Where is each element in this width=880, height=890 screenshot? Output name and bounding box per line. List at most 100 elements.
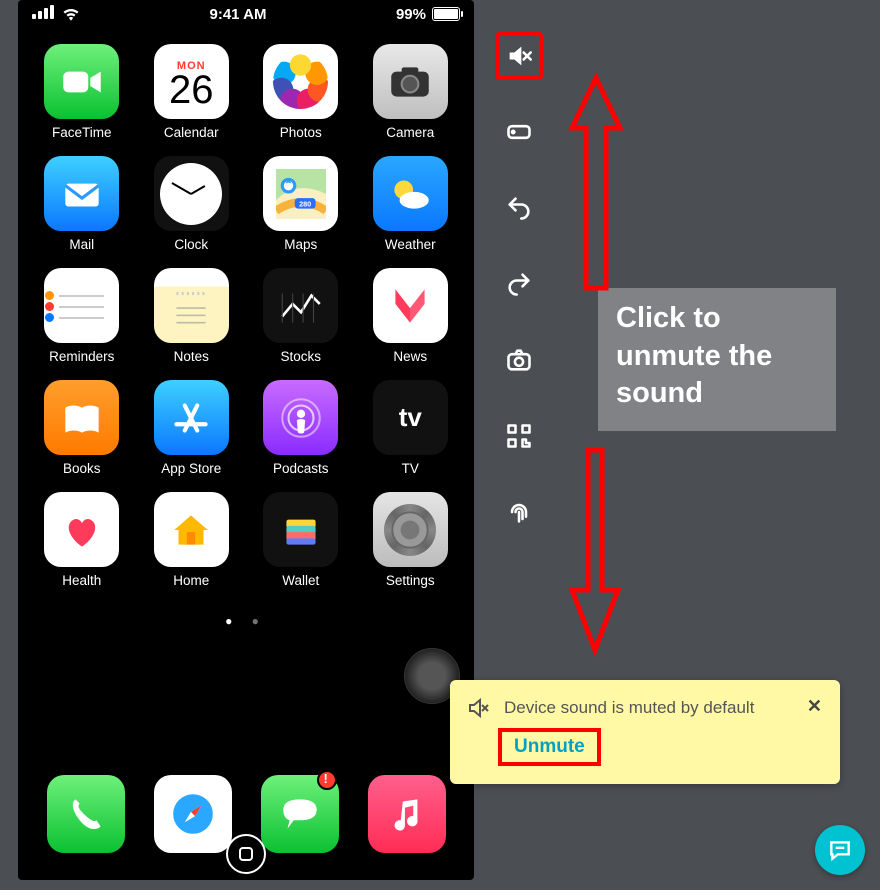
app-label: Books <box>63 461 101 476</box>
status-time: 9:41 AM <box>210 6 267 23</box>
clock-icon <box>154 156 229 231</box>
undo-button[interactable] <box>495 184 543 232</box>
app-label: Mail <box>69 237 94 252</box>
app-podcasts[interactable]: Podcasts <box>249 380 353 476</box>
app-tv[interactable]: tv TV <box>359 380 463 476</box>
chat-icon <box>827 837 853 863</box>
battery-icon <box>432 7 460 21</box>
tv-icon: tv <box>373 380 448 455</box>
dock-music[interactable] <box>368 775 446 853</box>
app-notes[interactable]: Notes <box>140 268 244 364</box>
app-label: App Store <box>161 461 221 476</box>
health-icon <box>44 492 119 567</box>
app-home[interactable]: Home <box>140 492 244 588</box>
app-label: Camera <box>386 125 434 140</box>
home-button[interactable] <box>226 834 266 874</box>
arrow-down-annotation <box>560 440 630 660</box>
app-mail[interactable]: Mail <box>30 156 134 252</box>
app-label: Weather <box>385 237 436 252</box>
phone-frame: 9:41 AM 99% FaceTime MON 26 Calendar Pho… <box>18 0 474 880</box>
arrow-up-annotation <box>562 68 630 298</box>
app-label: Maps <box>284 237 317 252</box>
wallet-icon <box>263 492 338 567</box>
app-health[interactable]: Health <box>30 492 134 588</box>
qr-icon <box>505 422 533 450</box>
app-label: News <box>393 349 427 364</box>
appstore-icon <box>154 380 229 455</box>
home-apps-grid: FaceTime MON 26 Calendar Photos Camera M… <box>18 26 474 588</box>
notes-icon <box>154 268 229 343</box>
scan-button[interactable] <box>495 412 543 460</box>
phone-icon <box>47 775 125 853</box>
app-facetime[interactable]: FaceTime <box>30 44 134 140</box>
app-stocks[interactable]: Stocks <box>249 268 353 364</box>
app-label: Clock <box>174 237 208 252</box>
wifi-icon <box>62 7 80 21</box>
app-calendar[interactable]: MON 26 Calendar <box>140 44 244 140</box>
maps-icon: 280 <box>263 156 338 231</box>
weather-icon <box>373 156 448 231</box>
help-button[interactable] <box>815 825 865 875</box>
facetime-icon <box>44 44 119 119</box>
toast-close-button[interactable]: ✕ <box>807 696 822 717</box>
toast-unmute-button[interactable]: Unmute <box>508 734 591 760</box>
redo-icon <box>505 270 533 298</box>
rotate-button[interactable] <box>495 108 543 156</box>
podcasts-icon <box>263 380 338 455</box>
device-toolbar <box>495 32 543 536</box>
app-label: Notes <box>174 349 209 364</box>
app-maps[interactable]: 280 Maps <box>249 156 353 252</box>
reminders-icon <box>44 268 119 343</box>
app-reminders[interactable]: Reminders <box>30 268 134 364</box>
calendar-day: 26 <box>169 70 214 110</box>
notification-badge: ! <box>317 770 337 790</box>
screenshot-button[interactable] <box>495 336 543 384</box>
biometric-button[interactable] <box>495 488 543 536</box>
svg-text:280: 280 <box>299 199 311 208</box>
app-settings[interactable]: Settings <box>359 492 463 588</box>
app-label: Home <box>173 573 209 588</box>
app-camera[interactable]: Camera <box>359 44 463 140</box>
stocks-icon <box>263 268 338 343</box>
app-books[interactable]: Books <box>30 380 134 476</box>
mute-toast: Device sound is muted by default ✕ Unmut… <box>450 680 840 784</box>
signal-icon <box>32 5 56 23</box>
page-indicator[interactable]: ● ● <box>18 614 474 628</box>
home-icon <box>154 492 229 567</box>
app-news[interactable]: News <box>359 268 463 364</box>
app-appstore[interactable]: App Store <box>140 380 244 476</box>
news-icon <box>373 268 448 343</box>
toast-message: Device sound is muted by default <box>504 696 793 720</box>
mute-icon <box>466 696 490 720</box>
mail-icon <box>44 156 119 231</box>
undo-icon <box>505 194 533 222</box>
app-label: Calendar <box>164 125 219 140</box>
books-icon <box>44 380 119 455</box>
redo-button[interactable] <box>495 260 543 308</box>
calendar-icon: MON 26 <box>154 44 229 119</box>
camera-outline-icon <box>505 346 533 374</box>
settings-icon <box>373 492 448 567</box>
camera-icon <box>373 44 448 119</box>
app-clock[interactable]: Clock <box>140 156 244 252</box>
dock-messages[interactable]: ! <box>261 775 339 853</box>
app-weather[interactable]: Weather <box>359 156 463 252</box>
app-label: Photos <box>280 125 322 140</box>
mute-button[interactable] <box>495 32 543 80</box>
app-photos[interactable]: Photos <box>249 44 353 140</box>
annotation-callout: Click to unmute the sound <box>598 288 836 431</box>
app-label: TV <box>402 461 419 476</box>
app-wallet[interactable]: Wallet <box>249 492 353 588</box>
app-label: Podcasts <box>273 461 329 476</box>
status-bar: 9:41 AM 99% <box>18 0 474 26</box>
fingerprint-icon <box>505 498 533 526</box>
app-label: Wallet <box>282 573 319 588</box>
app-label: FaceTime <box>52 125 112 140</box>
battery-pct: 99% <box>396 6 426 23</box>
app-label: Settings <box>386 573 435 588</box>
tv-label: tv <box>399 402 422 433</box>
dock-safari[interactable] <box>154 775 232 853</box>
dock-phone[interactable] <box>47 775 125 853</box>
rotate-icon <box>505 118 533 146</box>
photos-icon <box>263 44 338 119</box>
